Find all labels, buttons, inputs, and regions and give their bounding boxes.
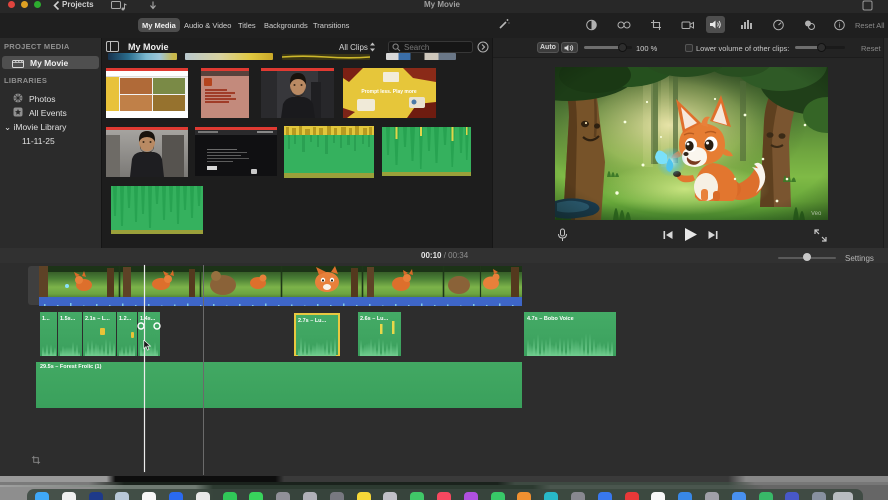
svg-text:i: i	[839, 21, 841, 30]
svg-text:1.2...: 1.2...	[119, 316, 132, 322]
svg-text:1.5s...: 1.5s...	[60, 316, 76, 322]
svg-text:4.7s – Bobo Voice: 4.7s – Bobo Voice	[527, 316, 574, 322]
svg-text:Prompt less. Play more: Prompt less. Play more	[361, 89, 417, 95]
svg-text:2.1s – L...: 2.1s – L...	[85, 316, 110, 322]
svg-text:2.6s – Lu...: 2.6s – Lu...	[360, 316, 389, 322]
svg-text:Veo: Veo	[811, 211, 822, 217]
svg-text:1...: 1...	[42, 316, 50, 322]
svg-text:2.7s – Lu...: 2.7s – Lu...	[298, 318, 327, 324]
svg-text:1.4s...: 1.4s...	[140, 316, 156, 322]
